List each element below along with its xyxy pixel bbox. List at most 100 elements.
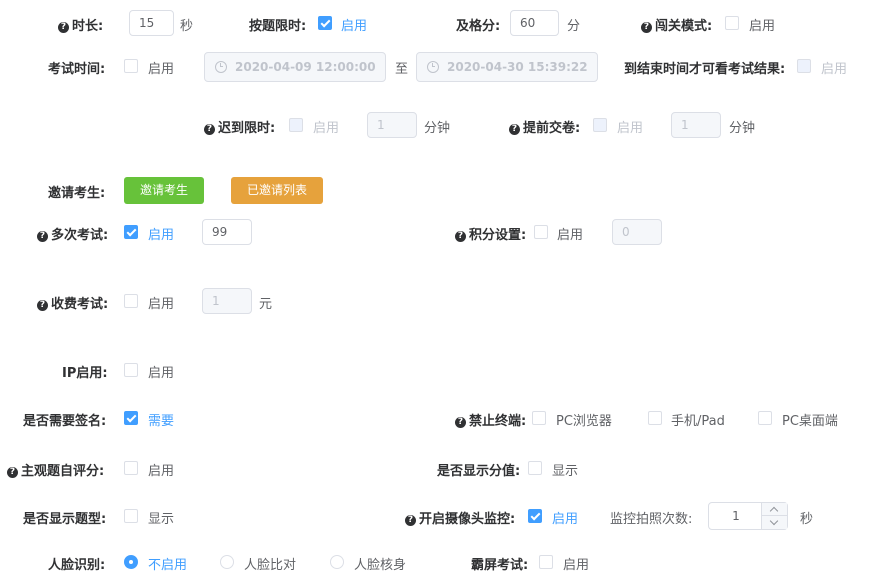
exam-time-checkbox[interactable]: [124, 59, 138, 73]
ban-pc-desktop-option: PC桌面端: [782, 414, 838, 429]
early-submit-option: 启用: [617, 121, 644, 136]
increase-icon[interactable]: [761, 503, 787, 516]
shots-unit: 秒: [800, 512, 814, 527]
help-icon[interactable]: ?: [455, 417, 466, 428]
show-result-after-end-label: 到结束时间才可看考试结果:: [624, 62, 786, 77]
level-mode-label: ? 闯关模式:: [641, 15, 712, 34]
full-screen-exam-option: 启用: [563, 558, 590, 573]
exam-time-label: 考试时间:: [48, 62, 106, 77]
full-screen-exam-checkbox[interactable]: [539, 555, 553, 569]
multi-exam-input[interactable]: 99: [202, 219, 252, 245]
invite-candidates-button[interactable]: 邀请考生: [124, 177, 204, 204]
subjective-self-checkbox[interactable]: [124, 461, 138, 475]
multi-exam-checkbox[interactable]: [124, 225, 138, 239]
exam-start-picker[interactable]: 2020-04-09 12:00:00: [204, 52, 386, 82]
ban-mobile-option: 手机/Pad: [671, 414, 725, 429]
clock-icon: [215, 61, 227, 73]
help-icon[interactable]: ?: [58, 22, 69, 33]
show-type-option: 显示: [148, 512, 175, 527]
show-result-after-end-option: 启用: [821, 62, 848, 77]
subjective-self-option: 启用: [148, 464, 175, 479]
per-question-limit-option: 启用: [341, 19, 368, 34]
ip-checkbox[interactable]: [124, 363, 138, 377]
level-mode-option: 启用: [749, 19, 776, 34]
level-mode-checkbox[interactable]: [725, 16, 739, 30]
face-verify-radio[interactable]: [330, 555, 344, 569]
help-icon[interactable]: ?: [509, 124, 520, 135]
signature-option: 需要: [148, 414, 175, 429]
fee-exam-input[interactable]: 1: [202, 288, 252, 314]
exam-time-option: 启用: [148, 62, 175, 77]
help-icon[interactable]: ?: [37, 231, 48, 242]
fee-exam-checkbox[interactable]: [124, 294, 138, 308]
help-icon[interactable]: ?: [455, 231, 466, 242]
help-icon[interactable]: ?: [204, 124, 215, 135]
show-type-checkbox[interactable]: [124, 509, 138, 523]
duration-unit: 秒: [180, 19, 194, 34]
show-score-checkbox[interactable]: [528, 461, 542, 475]
late-limit-unit: 分钟: [424, 121, 451, 136]
shots-count-stepper[interactable]: 1: [708, 502, 788, 530]
per-question-limit-checkbox[interactable]: [318, 16, 332, 30]
help-icon[interactable]: ?: [641, 22, 652, 33]
ip-option: 启用: [148, 366, 175, 381]
face-off-radio[interactable]: [124, 555, 138, 569]
show-score-label: 是否显示分值:: [437, 464, 521, 479]
camera-monitor-checkbox[interactable]: [528, 509, 542, 523]
late-limit-option: 启用: [313, 121, 340, 136]
early-submit-label: ? 提前交卷:: [509, 117, 580, 136]
fee-exam-label: ? 收费考试:: [37, 293, 108, 312]
ban-pc-browser-checkbox[interactable]: [532, 411, 546, 425]
per-question-limit-label: 按题限时:: [249, 19, 307, 34]
exam-end-picker[interactable]: 2020-04-30 15:39:22: [416, 52, 598, 82]
camera-monitor-label: ? 开启摄像头监控:: [405, 508, 515, 527]
late-limit-label: ? 迟到限时:: [204, 117, 275, 136]
multi-exam-label: ? 多次考试:: [37, 224, 108, 243]
face-recognition-label: 人脸识别:: [48, 558, 106, 573]
help-icon[interactable]: ?: [37, 300, 48, 311]
ban-pc-desktop-checkbox[interactable]: [758, 411, 772, 425]
camera-monitor-option: 启用: [552, 512, 579, 527]
fee-exam-option: 启用: [148, 297, 175, 312]
points-label: ? 积分设置:: [455, 224, 526, 243]
date-range-separator: 至: [395, 62, 409, 77]
late-limit-input[interactable]: 1: [367, 112, 417, 138]
duration-label: ? 时长:: [58, 15, 103, 34]
help-icon[interactable]: ?: [405, 515, 416, 526]
ban-mobile-checkbox[interactable]: [648, 411, 662, 425]
fee-exam-unit: 元: [259, 297, 273, 312]
clock-icon: [427, 61, 439, 73]
early-submit-unit: 分钟: [729, 121, 756, 136]
show-result-after-end-checkbox[interactable]: [797, 59, 811, 73]
early-submit-input[interactable]: 1: [671, 112, 721, 138]
face-off-option: 不启用: [148, 558, 188, 573]
signature-label: 是否需要签名:: [23, 414, 107, 429]
early-submit-checkbox[interactable]: [593, 118, 607, 132]
shots-count-label: 监控拍照次数:: [610, 512, 693, 527]
help-icon[interactable]: ?: [7, 467, 18, 478]
multi-exam-option: 启用: [148, 228, 175, 243]
face-verify-option: 人脸核身: [354, 558, 407, 573]
pass-score-input[interactable]: 60: [510, 10, 559, 36]
invite-label: 邀请考生:: [48, 186, 106, 201]
points-checkbox[interactable]: [534, 225, 548, 239]
pass-score-unit: 分: [567, 19, 581, 34]
signature-checkbox[interactable]: [124, 411, 138, 425]
face-compare-option: 人脸比对: [244, 558, 297, 573]
points-input[interactable]: 0: [612, 219, 662, 245]
duration-input[interactable]: 15: [129, 10, 174, 36]
late-limit-checkbox[interactable]: [289, 118, 303, 132]
show-type-label: 是否显示题型:: [23, 512, 107, 527]
shots-count-value[interactable]: 1: [709, 503, 763, 529]
full-screen-exam-label: 霸屏考试:: [471, 558, 529, 573]
ban-pc-browser-option: PC浏览器: [556, 414, 612, 429]
subjective-self-label: ? 主观题自评分:: [7, 460, 104, 479]
show-score-option: 显示: [552, 464, 579, 479]
points-option: 启用: [557, 228, 584, 243]
ban-terminal-label: ? 禁止终端:: [455, 410, 526, 429]
invited-list-button[interactable]: 已邀请列表: [231, 177, 323, 204]
decrease-icon[interactable]: [761, 516, 787, 529]
pass-score-label: 及格分:: [456, 19, 501, 34]
face-compare-radio[interactable]: [220, 555, 234, 569]
ip-label: IP启用:: [62, 366, 108, 381]
